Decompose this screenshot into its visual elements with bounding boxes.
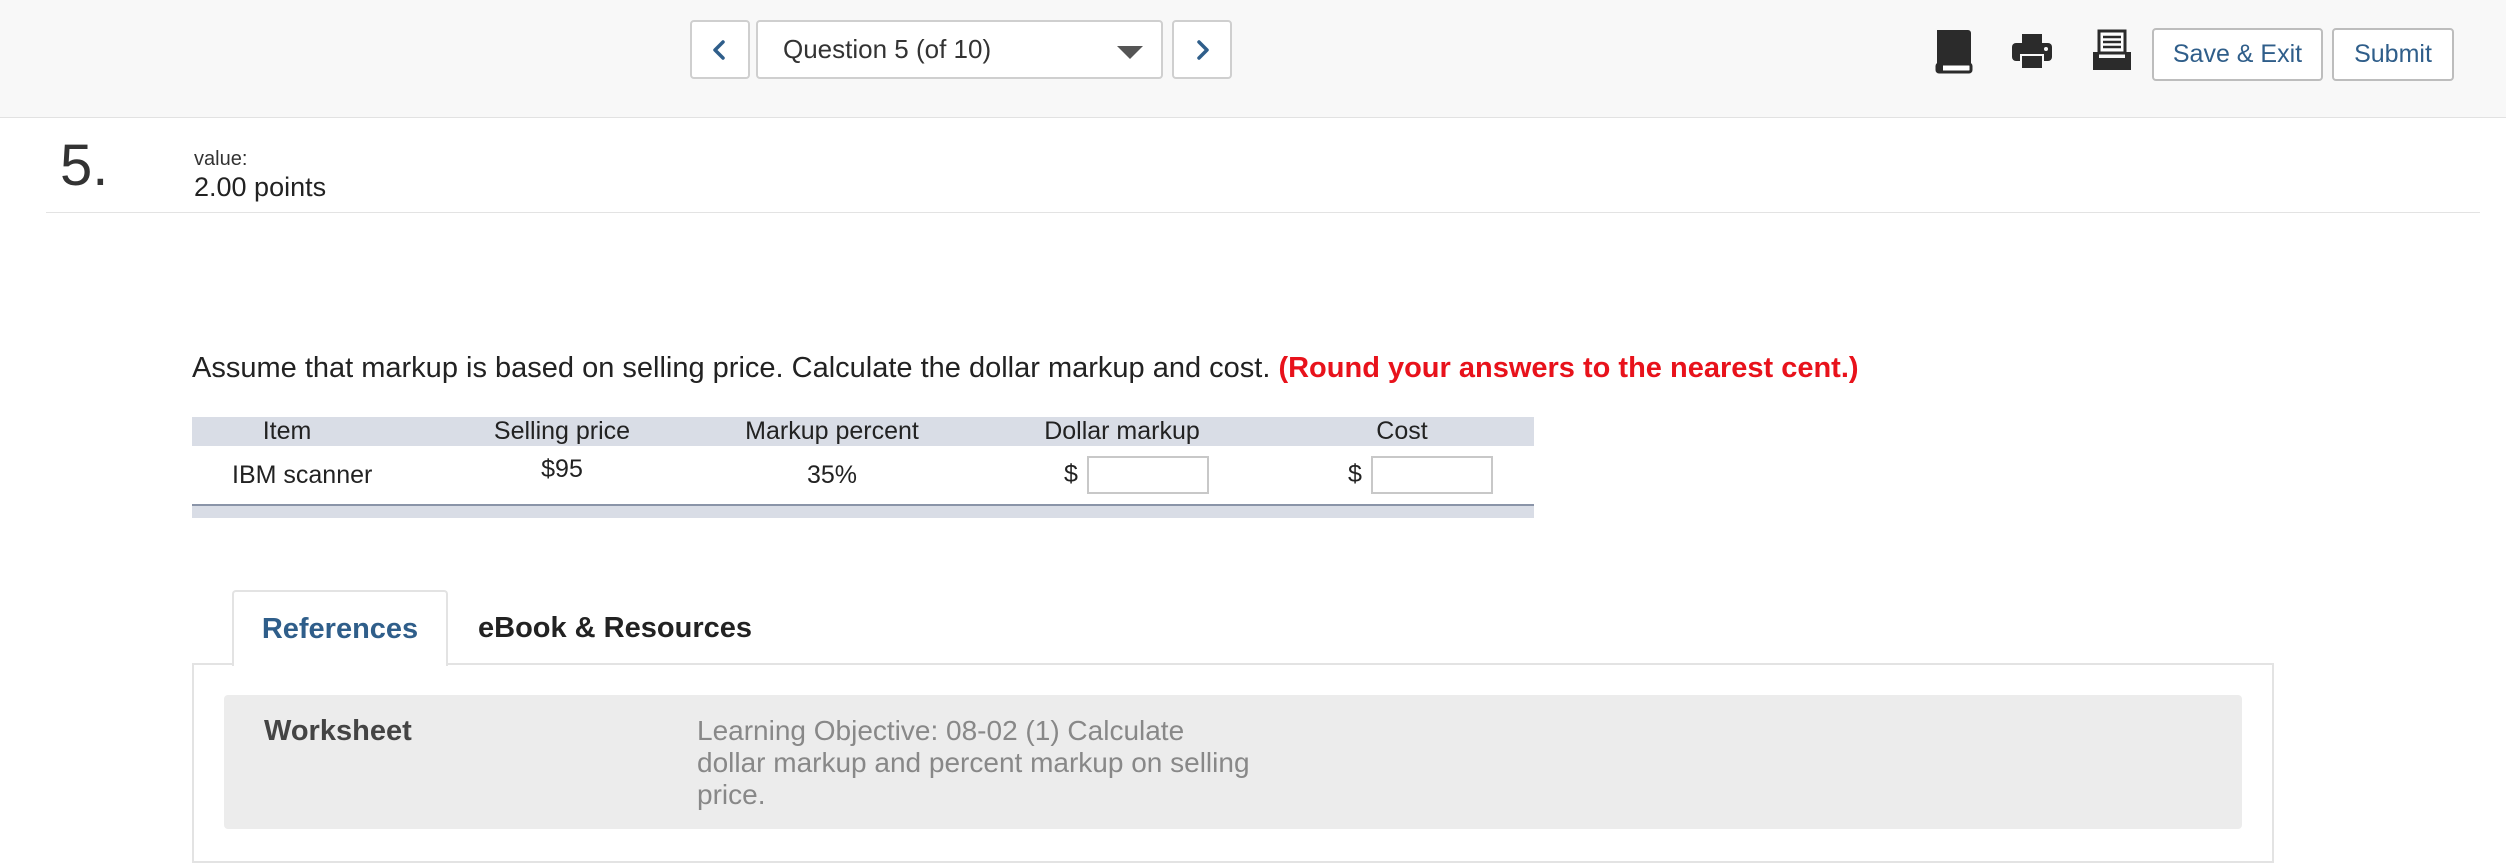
print-icon[interactable]	[2010, 28, 2054, 74]
next-question-button[interactable]	[1172, 20, 1232, 79]
reference-worksheet: Worksheet Learning Objective: 08-02 (1) …	[224, 695, 2242, 829]
table-footer	[192, 504, 1534, 518]
dollar-markup-input[interactable]	[1087, 456, 1209, 494]
tab-references[interactable]: References	[232, 590, 448, 666]
header-markup-percent: Markup percent	[745, 417, 919, 445]
question-selector-label: Question 5 (of 10)	[783, 34, 992, 64]
dollar-markup-prefix: $	[1064, 460, 1078, 488]
cell-item: IBM scanner	[232, 461, 373, 489]
chevron-left-icon	[713, 39, 725, 60]
table-header-row: Item Selling price Markup percent Dollar…	[192, 417, 1534, 446]
table-row: IBM scanner $95 35% $ $	[192, 446, 1534, 504]
cost-prefix: $	[1348, 460, 1362, 488]
worksheet-icon[interactable]	[2090, 28, 2134, 74]
previous-question-button[interactable]	[690, 20, 750, 79]
question-number: 5.	[60, 133, 109, 198]
top-toolbar: Question 5 (of 10) Save & Exit Submit	[0, 0, 2506, 118]
cell-selling-price: $95	[541, 455, 583, 483]
rounding-hint: (Round your answers to the nearest cent.…	[1278, 352, 1859, 384]
cell-markup-percent: 35%	[806, 461, 858, 489]
answer-table: Item Selling price Markup percent Dollar…	[192, 417, 1534, 518]
save-exit-button[interactable]: Save & Exit	[2152, 28, 2323, 81]
caret-down-icon	[1117, 46, 1143, 59]
value-points: 2.00 points	[194, 172, 327, 202]
cost-input[interactable]	[1371, 456, 1493, 494]
header-selling-price: Selling price	[493, 417, 631, 445]
ebook-icon[interactable]	[1932, 28, 1976, 74]
header-item: Item	[262, 417, 312, 445]
divider	[46, 212, 2480, 213]
worksheet-title[interactable]: Worksheet	[264, 715, 412, 748]
question-selector[interactable]: Question 5 (of 10)	[756, 20, 1163, 79]
header-cost: Cost	[1376, 417, 1428, 445]
prompt-text: Assume that markup is based on selling p…	[192, 352, 1271, 384]
chevron-right-icon	[1197, 39, 1209, 60]
header-dollar-markup: Dollar markup	[1044, 417, 1200, 445]
question-prompt: Assume that markup is based on selling p…	[192, 352, 1859, 385]
submit-button[interactable]: Submit	[2332, 28, 2454, 81]
value-label: value:	[194, 148, 248, 170]
learning-objective: Learning Objective: 08-02 (1) Calculate …	[697, 715, 1250, 810]
tab-ebook-resources[interactable]: eBook & Resources	[448, 590, 782, 666]
